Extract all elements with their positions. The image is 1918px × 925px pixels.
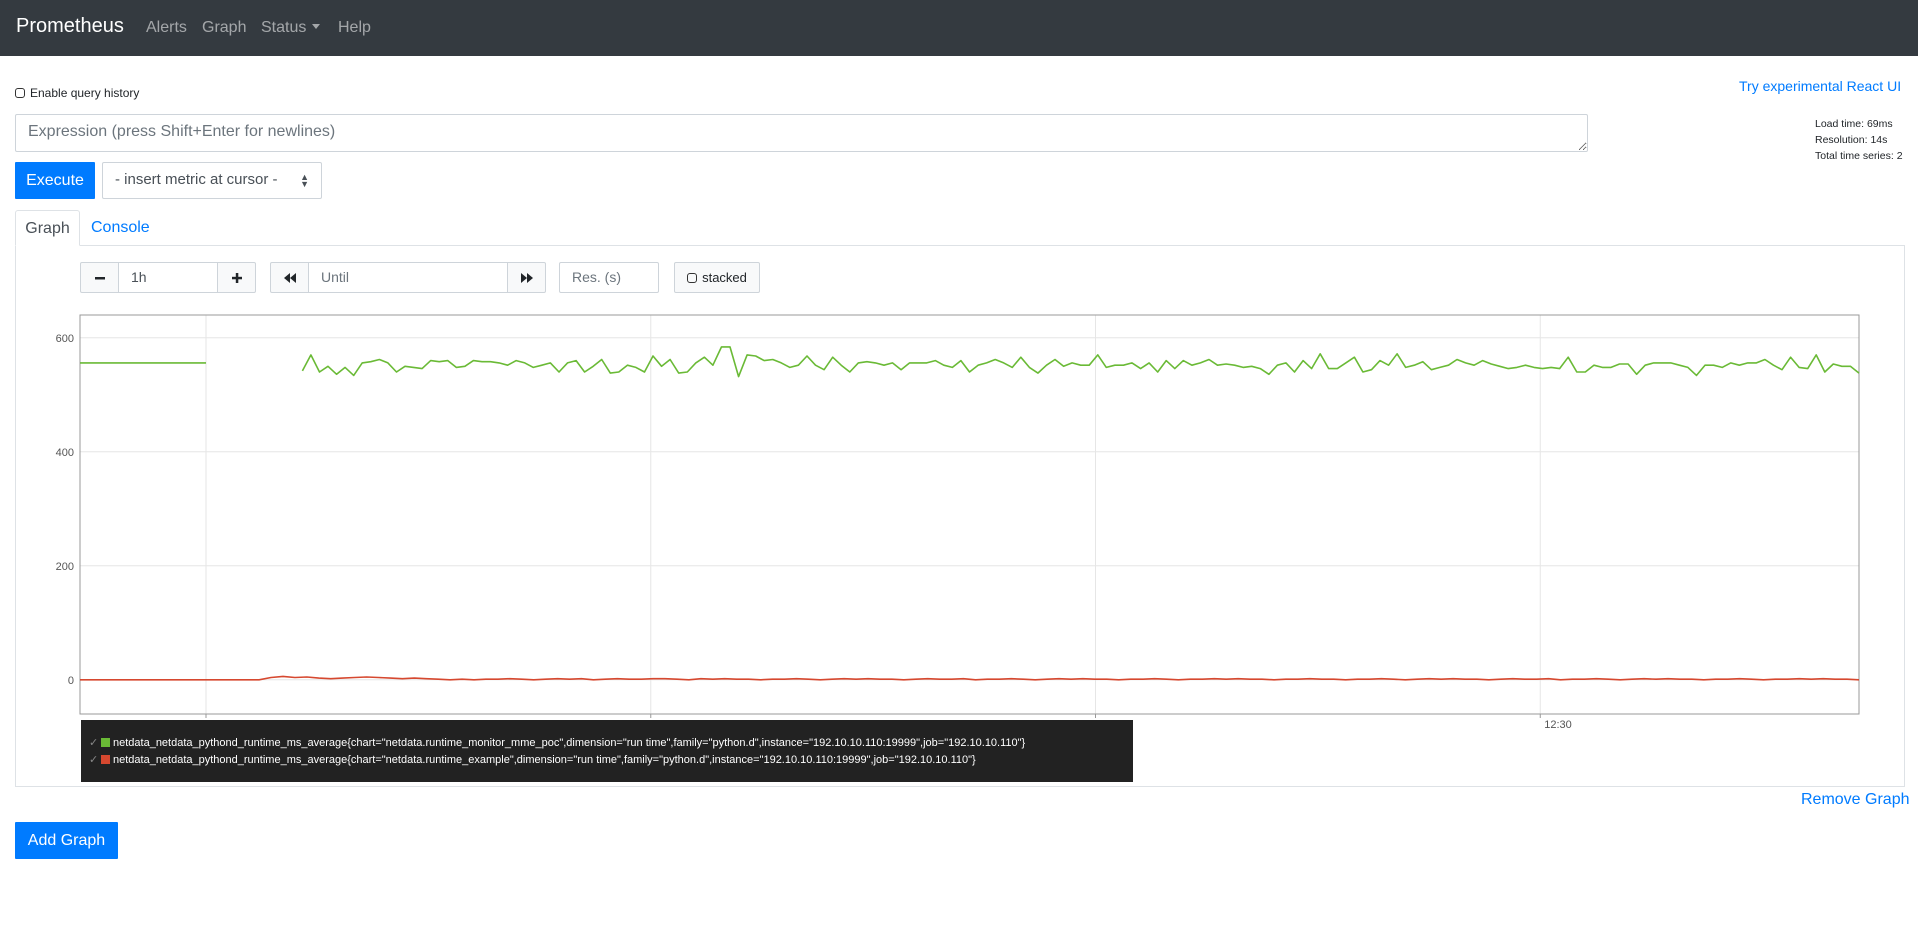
plus-icon	[231, 272, 242, 283]
total-series: Total time series: 2	[1815, 150, 1903, 162]
tab-graph[interactable]: Graph	[15, 210, 80, 246]
nav-help[interactable]: Help	[338, 19, 371, 37]
react-ui-link[interactable]: Try experimental React UI	[1739, 78, 1901, 94]
query-stats: Load time: 69ms Resolution: 14s Total ti…	[1815, 116, 1903, 164]
until-input[interactable]: Until	[308, 262, 508, 293]
legend-item[interactable]: ✓ netdata_netdata_pythond_runtime_ms_ave…	[89, 734, 1133, 751]
fast-backward-icon	[283, 272, 296, 283]
expression-input[interactable]	[15, 114, 1588, 152]
brand-logo[interactable]: Prometheus	[16, 15, 124, 38]
nav-status-label: Status	[261, 19, 307, 36]
nav-status[interactable]: Status	[261, 19, 321, 37]
range-input[interactable]: 1h	[118, 262, 218, 293]
query-history-checkbox[interactable]	[15, 88, 25, 98]
check-icon: ✓	[89, 754, 99, 766]
range-decrease-button[interactable]	[80, 262, 119, 293]
legend-series-name: netdata_netdata_pythond_runtime_ms_avera…	[113, 736, 1026, 749]
chart-legend[interactable]: ✓ netdata_netdata_pythond_runtime_ms_ave…	[81, 720, 1133, 782]
legend-item[interactable]: ✓ netdata_netdata_pythond_runtime_ms_ave…	[89, 751, 1133, 768]
execute-button[interactable]: Execute	[15, 162, 95, 199]
end-time-back-button[interactable]	[270, 262, 309, 293]
load-time: Load time: 69ms	[1815, 118, 1893, 130]
stacked-label: stacked	[702, 270, 747, 285]
stacked-checkbox[interactable]	[687, 272, 698, 283]
legend-series-name: netdata_netdata_pythond_runtime_ms_avera…	[113, 753, 976, 766]
range-increase-button[interactable]	[217, 262, 256, 293]
query-history-toggle[interactable]: Enable query history	[15, 86, 139, 100]
fast-forward-icon	[520, 272, 533, 283]
nav-graph[interactable]: Graph	[202, 19, 246, 37]
query-history-label: Enable query history	[30, 86, 140, 100]
check-icon: ✓	[89, 737, 99, 749]
tab-console[interactable]: Console	[91, 219, 150, 237]
end-time-forward-button[interactable]	[507, 262, 546, 293]
remove-graph-link[interactable]: Remove Graph	[1801, 791, 1910, 809]
chevron-down-icon	[312, 24, 321, 29]
stacked-toggle[interactable]: stacked	[674, 262, 760, 293]
nav-alerts[interactable]: Alerts	[146, 19, 187, 37]
metric-select-label: - insert metric at cursor -	[115, 171, 278, 188]
legend-swatch	[101, 755, 110, 764]
legend-swatch	[101, 738, 110, 747]
minus-icon	[94, 276, 105, 279]
resolution-input[interactable]: Res. (s)	[559, 262, 659, 293]
add-graph-button[interactable]: Add Graph	[15, 822, 118, 859]
resolution: Resolution: 14s	[1815, 134, 1888, 146]
metric-select[interactable]: - insert metric at cursor - ▲ ▼	[102, 162, 322, 199]
graph-panel	[15, 245, 1905, 787]
navbar: Prometheus Alerts Graph Status Help	[0, 0, 1918, 56]
select-arrows-icon: ▲ ▼	[300, 172, 309, 189]
